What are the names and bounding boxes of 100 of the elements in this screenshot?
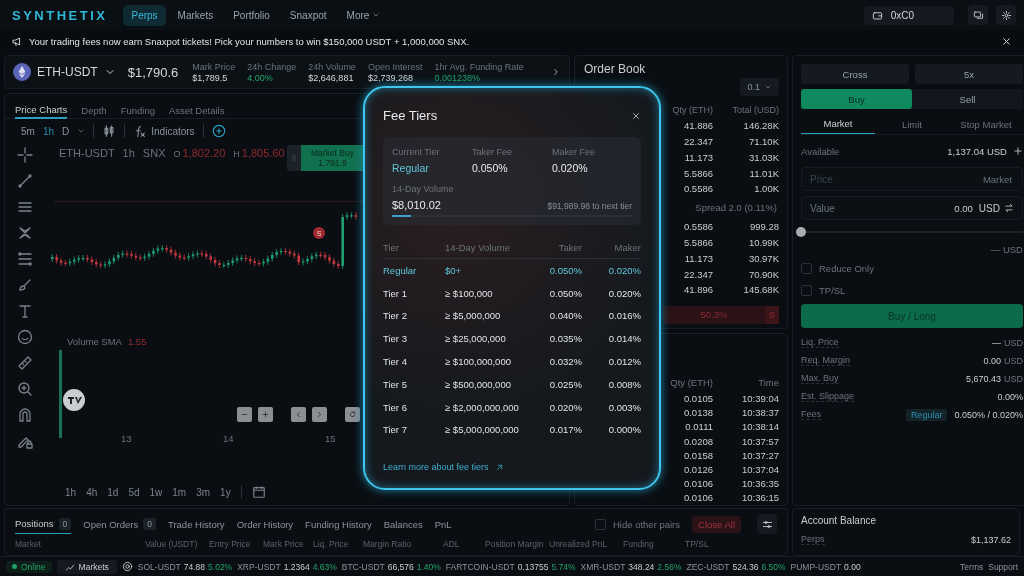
- chart-tab[interactable]: Price Charts: [15, 101, 68, 119]
- panel-title: Account Balance: [801, 515, 878, 526]
- volume-label: Volume SMA: [67, 336, 122, 347]
- fib-icon[interactable]: [17, 251, 33, 267]
- value-field[interactable]: Value 0.00 USD: [801, 196, 1023, 220]
- price-input[interactable]: Market: [836, 172, 1014, 186]
- tradingview-logo-icon[interactable]: [63, 389, 85, 411]
- footer-link[interactable]: Support: [988, 561, 1018, 572]
- margin-mode-button[interactable]: Cross: [801, 64, 909, 84]
- chat-button[interactable]: [968, 5, 988, 25]
- ticker-symbol[interactable]: PUMP-USDT: [790, 561, 842, 572]
- footer-link[interactable]: Terms: [960, 561, 984, 572]
- tier-volume: ≥ $2,000,000,000: [445, 401, 520, 413]
- ruler-icon[interactable]: [17, 355, 33, 371]
- ticker-symbol[interactable]: XMR-USDT: [580, 561, 626, 572]
- range-button[interactable]: 1w: [149, 486, 163, 498]
- positions-tab[interactable]: Funding History: [305, 514, 372, 534]
- candle-type-icon[interactable]: [102, 124, 117, 138]
- markets-button[interactable]: Markets: [56, 559, 117, 574]
- column-header: TP/SL: [685, 539, 710, 549]
- positions-tab[interactable]: Order History: [236, 514, 294, 534]
- ticker-symbol[interactable]: FARTCOIN-USDT: [445, 561, 515, 572]
- nav-tab[interactable]: Markets: [169, 4, 222, 26]
- wallet-icon: [871, 9, 883, 21]
- ticker-symbol[interactable]: XRP-USDT: [237, 561, 281, 572]
- magnet-icon[interactable]: [17, 407, 33, 423]
- close-icon[interactable]: [1001, 35, 1012, 47]
- chart-tab[interactable]: Asset Details: [168, 101, 225, 119]
- range-button[interactable]: 3m: [196, 486, 211, 498]
- positions-tab[interactable]: Balances: [383, 514, 423, 534]
- ticker-symbol[interactable]: SOL-USDT: [137, 561, 181, 572]
- step-dropdown[interactable]: 0.1: [740, 78, 779, 96]
- positions-tab[interactable]: Open Orders 0: [83, 514, 156, 534]
- nav-tab[interactable]: Portfolio: [225, 4, 278, 26]
- leverage-button[interactable]: 5x: [915, 64, 1023, 84]
- caret-icon[interactable]: [77, 127, 86, 135]
- checkbox[interactable]: [801, 285, 812, 296]
- range-button[interactable]: 1d: [107, 486, 119, 498]
- scroll-right-button[interactable]: [312, 407, 327, 422]
- order-type-tab[interactable]: Market: [801, 114, 875, 134]
- wallet-button[interactable]: 0xC0: [863, 5, 954, 25]
- side-tab[interactable]: Buy: [801, 89, 912, 109]
- range-button[interactable]: 1m: [172, 486, 187, 498]
- zoom-out-button[interactable]: [237, 407, 252, 422]
- calendar-icon[interactable]: [251, 485, 266, 499]
- side-tab[interactable]: Sell: [912, 89, 1023, 109]
- interval-button[interactable]: D: [62, 125, 70, 137]
- nav-tab[interactable]: Perps: [123, 4, 166, 26]
- zoom-in-button[interactable]: [258, 407, 273, 422]
- scroll-left-button[interactable]: [291, 407, 306, 422]
- checkbox[interactable]: [594, 518, 606, 530]
- trend-line-icon[interactable]: [17, 173, 33, 189]
- balance-label: Perps: [801, 534, 825, 545]
- close-icon[interactable]: [631, 110, 641, 121]
- range-button[interactable]: 4h: [86, 486, 98, 498]
- text-tool-icon[interactable]: [17, 303, 33, 319]
- checkbox-label: Reduce Only: [819, 263, 874, 274]
- emoji-icon[interactable]: [17, 329, 33, 345]
- positions-tab[interactable]: PnL: [434, 514, 452, 534]
- range-button[interactable]: 1h: [65, 486, 77, 498]
- market-symbol[interactable]: ETH-USDT: [37, 65, 98, 79]
- slider-thumb[interactable]: [796, 227, 806, 237]
- chevron-left-icon: [294, 410, 303, 419]
- value-input[interactable]: 0.00: [838, 201, 975, 215]
- chevron-right-icon[interactable]: [551, 67, 561, 77]
- logo[interactable]: SYNTHETIX: [12, 7, 108, 23]
- range-button[interactable]: 5d: [128, 486, 140, 498]
- filter-button[interactable]: [757, 514, 777, 534]
- tier-volume: $0+: [445, 264, 463, 276]
- positions-tab[interactable]: Positions 0: [15, 514, 72, 534]
- fee-tiers-link[interactable]: Learn more about fee tiers: [383, 462, 504, 472]
- chart-tab[interactable]: Funding: [120, 101, 155, 119]
- column-header: Qty (ETH): [671, 104, 713, 115]
- detail-value: —: [991, 337, 1001, 348]
- swap-icon[interactable]: [1003, 203, 1014, 213]
- nav-tab[interactable]: Snaxpot: [281, 4, 335, 26]
- range-button[interactable]: 1y: [220, 486, 231, 498]
- ticker-symbol[interactable]: BTC-USDT: [341, 561, 385, 572]
- order-type-tab[interactable]: Limit: [875, 114, 949, 134]
- reset-button[interactable]: [345, 407, 360, 422]
- checkbox[interactable]: [801, 263, 812, 274]
- taker-fee: 0.032%: [548, 356, 582, 368]
- parallel-lines-icon[interactable]: [17, 199, 33, 215]
- positions-tab[interactable]: Trade History: [167, 514, 225, 534]
- order-type-tab[interactable]: Stop Market: [948, 114, 1023, 134]
- pattern-icon[interactable]: [17, 225, 33, 241]
- interval-button[interactable]: 5m: [21, 125, 35, 137]
- plus-icon[interactable]: [1012, 146, 1023, 156]
- brush-icon[interactable]: [17, 277, 33, 293]
- target-icon[interactable]: [121, 561, 133, 572]
- column-header: Time: [757, 377, 779, 388]
- settings-button[interactable]: [996, 5, 1016, 25]
- nav-tab[interactable]: More: [338, 4, 389, 26]
- chart-tab[interactable]: Depth: [81, 101, 107, 119]
- indicators-button[interactable]: Indicators: [133, 124, 195, 138]
- add-icon[interactable]: [211, 124, 226, 138]
- zoom-in-icon[interactable]: [17, 381, 33, 397]
- crosshair-icon[interactable]: [17, 147, 33, 163]
- interval-button[interactable]: 1h: [42, 125, 55, 137]
- ticker-symbol[interactable]: ZEC-USDT: [686, 561, 730, 572]
